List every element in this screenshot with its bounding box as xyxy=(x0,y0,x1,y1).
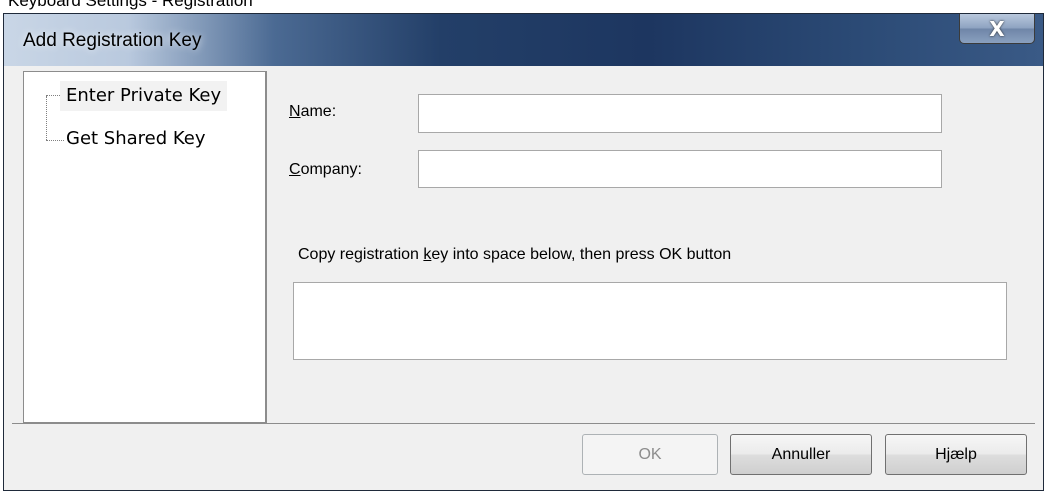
company-label-accelerator: C xyxy=(289,161,301,178)
name-label-text: ame: xyxy=(300,103,337,120)
navigation-tree: Enter Private Key Get Shared Key xyxy=(23,71,266,423)
cancel-button[interactable]: Annuller xyxy=(730,434,872,475)
close-icon: X xyxy=(989,16,1005,41)
background-window-strip: Keyboard Settings - Registration xyxy=(0,0,1049,13)
name-label: Name: xyxy=(289,103,336,121)
help-button[interactable]: Hjælp xyxy=(885,434,1027,475)
key-instruction-label: Copy registration key into space below, … xyxy=(298,246,731,264)
window-title: Add Registration Key xyxy=(23,30,202,51)
tree-connector-line xyxy=(46,96,47,140)
panel-divider xyxy=(266,71,267,423)
company-label: Company: xyxy=(289,161,362,179)
registration-key-field[interactable] xyxy=(293,282,1007,360)
tree-item-get-shared-key[interactable]: Get Shared Key xyxy=(60,124,212,154)
title-bar[interactable]: Add Registration Key X xyxy=(4,14,1043,66)
dialog-client-area: Enter Private Key Get Shared Key Name: C… xyxy=(12,66,1035,484)
tree-item-enter-private-key[interactable]: Enter Private Key xyxy=(60,81,228,111)
instruction-text-end: ey into space below, then press OK butto… xyxy=(431,246,732,263)
add-registration-key-dialog: Add Registration Key X Enter Private Key… xyxy=(3,13,1044,491)
name-label-accelerator: N xyxy=(289,103,301,120)
button-bar-divider xyxy=(12,423,1035,424)
close-button[interactable]: X xyxy=(959,14,1035,44)
instruction-text-start: Copy registration xyxy=(298,246,424,263)
name-field[interactable] xyxy=(418,94,942,133)
background-window-text: Keyboard Settings - Registration xyxy=(8,0,253,10)
company-label-text: ompany: xyxy=(300,161,362,178)
company-field[interactable] xyxy=(418,150,942,188)
ok-button[interactable]: OK xyxy=(582,434,718,475)
